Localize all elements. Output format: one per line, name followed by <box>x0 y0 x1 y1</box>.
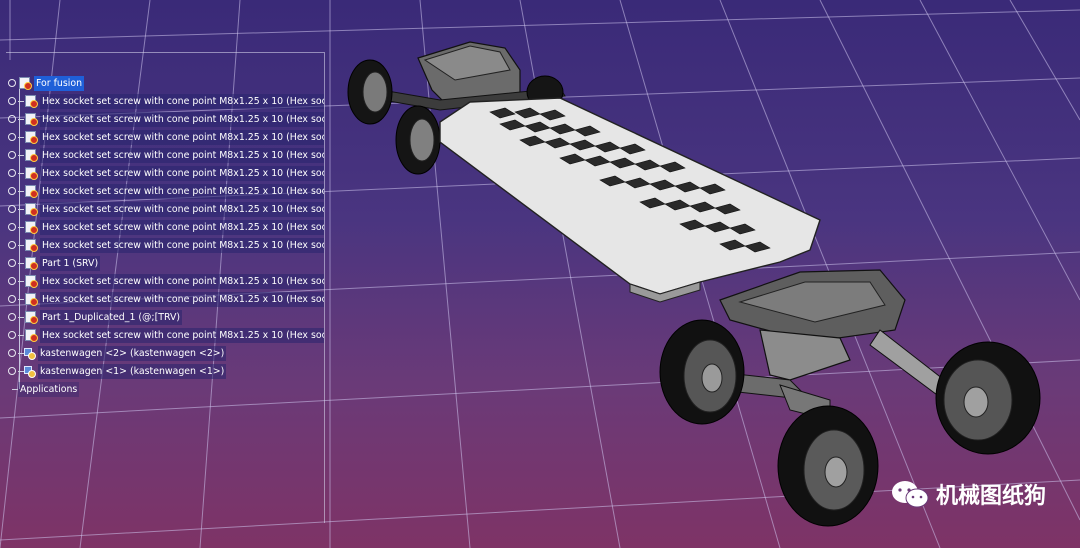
assembly-icon <box>24 365 36 378</box>
expand-toggle-icon[interactable] <box>8 115 16 123</box>
watermark: 机械图纸狗 <box>890 478 1046 510</box>
front-left-wheel <box>659 319 745 425</box>
tree-node-label: Hex socket set screw with cone point M8x… <box>40 273 324 289</box>
expand-toggle-icon[interactable] <box>8 259 16 267</box>
tree-node[interactable]: Hex socket set screw with cone point M8x… <box>6 111 324 127</box>
tree-node[interactable]: Hex socket set screw with cone point M8x… <box>6 147 324 163</box>
skateboard-model[interactable] <box>347 41 1041 527</box>
tree-node[interactable]: Hex socket set screw with cone point M8x… <box>6 291 324 307</box>
watermark-text: 机械图纸狗 <box>935 484 1046 509</box>
expand-toggle-icon[interactable] <box>8 97 16 105</box>
tree-node-label: Hex socket set screw with cone point M8x… <box>40 219 324 235</box>
expand-toggle-icon[interactable] <box>8 169 16 177</box>
tree-applications-node[interactable]: Applications <box>6 381 324 397</box>
expand-toggle-icon[interactable] <box>8 223 16 231</box>
tree-node[interactable]: kastenwagen <1> (kastenwagen <1>) <box>6 363 324 379</box>
tree-node-label: Part 1_Duplicated_1 (@;[TRV) <box>40 309 183 325</box>
expand-toggle-icon[interactable] <box>8 187 16 195</box>
expand-toggle-icon[interactable] <box>8 277 16 285</box>
tree-node-label: Hex socket set screw with cone point M8x… <box>40 237 324 253</box>
tree-root-label: For fusion <box>34 75 85 91</box>
tree-node[interactable]: Hex socket set screw with cone point M8x… <box>6 237 324 253</box>
specification-tree[interactable]: For fusion Hex socket set screw with cone… <box>6 52 325 523</box>
tree-node[interactable]: Hex socket set screw with cone point M8x… <box>6 129 324 145</box>
expand-toggle-icon[interactable] <box>8 79 16 87</box>
tree-node[interactable]: Part 1_Duplicated_1 (@;[TRV) <box>6 309 324 325</box>
expand-toggle-icon[interactable] <box>8 151 16 159</box>
tree-node-label: kastenwagen <1> (kastenwagen <1>) <box>38 363 227 379</box>
expand-toggle-icon[interactable] <box>8 133 16 141</box>
assembly-icon <box>24 347 36 360</box>
tree-node-label: Hex socket set screw with cone point M8x… <box>40 93 324 109</box>
expand-toggle-icon[interactable] <box>8 313 16 321</box>
part-icon <box>24 95 38 108</box>
rear-left-wheel-front <box>777 405 879 527</box>
part-icon <box>24 257 38 270</box>
part-icon <box>24 221 38 234</box>
part-icon <box>24 131 38 144</box>
tree-node[interactable]: Part 1 (SRV) <box>6 255 324 271</box>
tree-node-label: Hex socket set screw with cone point M8x… <box>40 147 324 163</box>
expand-toggle-icon[interactable] <box>8 331 16 339</box>
expand-toggle-icon[interactable] <box>8 295 16 303</box>
expand-toggle-icon[interactable] <box>8 205 16 213</box>
wechat-icon <box>891 481 929 508</box>
tree-root-product[interactable]: For fusion <box>6 75 324 91</box>
tree-node-label: Hex socket set screw with cone point M8x… <box>40 201 324 217</box>
expand-toggle-icon[interactable] <box>8 241 16 249</box>
part-icon <box>24 239 38 252</box>
front-right-wheel <box>935 341 1041 455</box>
part-icon <box>18 77 32 90</box>
tree-node-label: Hex socket set screw with cone point M8x… <box>40 165 324 181</box>
expand-toggle-icon[interactable] <box>8 367 16 375</box>
expand-toggle-icon[interactable] <box>8 349 16 357</box>
applications-label: Applications <box>18 381 80 397</box>
tree-node-label: Hex socket set screw with cone point M8x… <box>40 129 324 145</box>
tree-node[interactable]: Hex socket set screw with cone point M8x… <box>6 327 324 343</box>
part-icon <box>24 293 38 306</box>
part-icon <box>24 203 38 216</box>
tree-node[interactable]: kastenwagen <2> (kastenwagen <2>) <box>6 345 324 361</box>
part-icon <box>24 329 38 342</box>
part-icon <box>24 149 38 162</box>
tree-node-label: kastenwagen <2> (kastenwagen <2>) <box>38 345 227 361</box>
tree-node-label: Hex socket set screw with cone point M8x… <box>40 183 324 199</box>
tree-node[interactable]: Hex socket set screw with cone point M8x… <box>6 273 324 289</box>
tree-node[interactable]: Hex socket set screw with cone point M8x… <box>6 219 324 235</box>
part-icon <box>24 311 38 324</box>
tree-node[interactable]: Hex socket set screw with cone point M8x… <box>6 165 324 181</box>
part-icon <box>24 275 38 288</box>
tree-node[interactable]: Hex socket set screw with cone point M8x… <box>6 201 324 217</box>
tree-node-label: Part 1 (SRV) <box>40 255 101 271</box>
tree-node-label: Hex socket set screw with cone point M8x… <box>40 111 324 127</box>
part-icon <box>24 167 38 180</box>
tree-node-label: Hex socket set screw with cone point M8x… <box>40 327 324 343</box>
part-icon <box>24 185 38 198</box>
tree-node[interactable]: Hex socket set screw with cone point M8x… <box>6 183 324 199</box>
part-icon <box>24 113 38 126</box>
tree-node[interactable]: Hex socket set screw with cone point M8x… <box>6 93 324 109</box>
tree-node-label: Hex socket set screw with cone point M8x… <box>40 291 324 307</box>
